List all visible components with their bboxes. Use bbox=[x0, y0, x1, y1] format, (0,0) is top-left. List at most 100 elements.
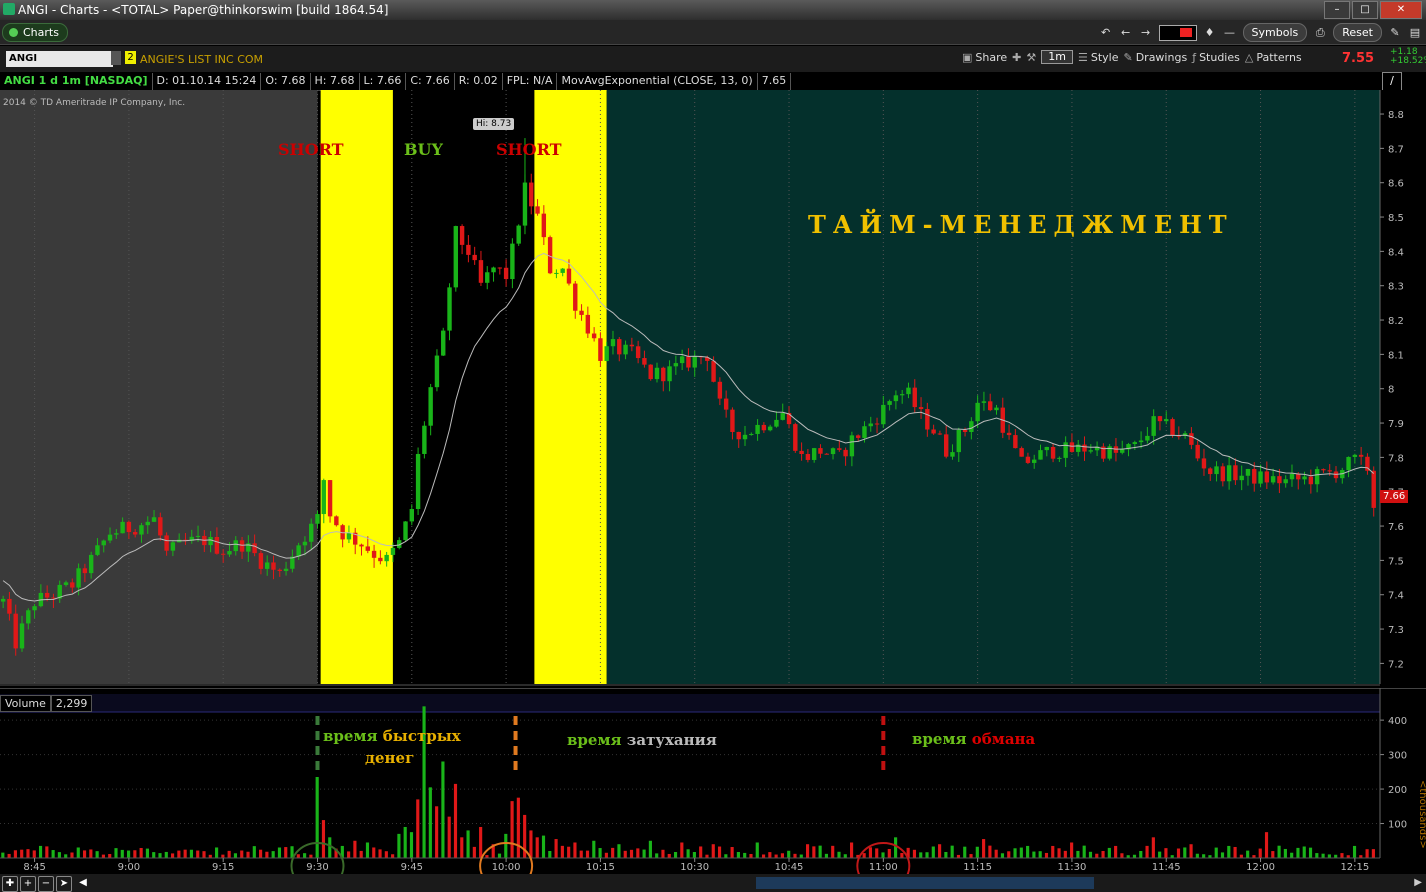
price-tick-label-16: 7.2 bbox=[1388, 659, 1404, 670]
volume-bar bbox=[824, 853, 828, 858]
volume-bar bbox=[724, 854, 728, 858]
symbol-input[interactable] bbox=[6, 51, 113, 67]
zoom-out-icon[interactable]: − bbox=[38, 876, 54, 892]
candle-body bbox=[271, 562, 276, 570]
deception-word-2: обмана bbox=[971, 730, 1036, 748]
scroll-left-icon[interactable]: ◀ bbox=[76, 876, 90, 890]
volume-bar bbox=[152, 852, 156, 858]
time-tick-label-13: 12:00 bbox=[1246, 862, 1275, 873]
candle-body bbox=[371, 550, 377, 558]
volume-bar bbox=[510, 801, 514, 858]
drawings-button[interactable]: ✎ Drawings bbox=[1123, 51, 1187, 64]
tab-charts[interactable]: Charts bbox=[2, 23, 68, 42]
candle-body bbox=[893, 395, 899, 402]
volume-bar bbox=[504, 833, 508, 858]
patterns-button[interactable]: △ Patterns bbox=[1245, 51, 1302, 64]
chart-symbol-info[interactable]: ANGI 1 d 1m [NASDAQ] bbox=[0, 73, 153, 90]
back-arrow-icon[interactable]: ← bbox=[1119, 26, 1133, 40]
volume-bar bbox=[196, 850, 200, 858]
volume-bar bbox=[1019, 847, 1023, 858]
volume-bar bbox=[1195, 853, 1199, 858]
price-chart[interactable]: 8.88.78.68.58.48.38.28.187.97.87.77.67.5… bbox=[0, 90, 1426, 688]
close-icon[interactable]: ✕ bbox=[1380, 1, 1422, 19]
volume-bar bbox=[793, 853, 797, 858]
zoom-in-icon[interactable]: + bbox=[20, 876, 36, 892]
candle-body bbox=[365, 546, 370, 551]
candle-body bbox=[855, 435, 861, 438]
maximize-icon[interactable]: □ bbox=[1352, 1, 1378, 19]
candle-body bbox=[403, 521, 408, 541]
minus-icon[interactable]: — bbox=[1223, 26, 1237, 40]
volume-bar bbox=[699, 846, 703, 858]
volume-bar bbox=[780, 853, 784, 858]
symbols-button[interactable]: Symbols bbox=[1242, 23, 1308, 42]
time-tick-label-9: 11:00 bbox=[869, 862, 898, 873]
price-tick-label-6: 8.2 bbox=[1388, 316, 1404, 327]
minimize-icon[interactable]: – bbox=[1324, 1, 1350, 19]
reset-button[interactable]: Reset bbox=[1333, 23, 1382, 42]
link-group-badge[interactable]: 2 bbox=[125, 51, 136, 64]
last-price: 7.55 bbox=[1342, 51, 1375, 66]
volume-bar bbox=[1076, 850, 1080, 858]
detach-icon[interactable]: ▤ bbox=[1408, 26, 1422, 40]
pin-icon[interactable]: ✎ bbox=[1388, 26, 1402, 40]
buy-annotation: BUY bbox=[404, 140, 443, 159]
volume-title-strip bbox=[0, 694, 1380, 712]
chart-drawing-tool-icon[interactable]: ∕ bbox=[1382, 72, 1402, 91]
volume-bar bbox=[359, 850, 363, 858]
link-color-selector[interactable] bbox=[1158, 24, 1197, 41]
undo-icon[interactable]: ↶ bbox=[1099, 26, 1113, 40]
volume-bar bbox=[460, 837, 464, 858]
pan-icon[interactable]: ✚ bbox=[2, 876, 18, 892]
candle-body bbox=[114, 533, 119, 535]
forward-arrow-icon[interactable]: → bbox=[1139, 26, 1153, 40]
last-price-badge: 7.66 bbox=[1380, 490, 1409, 503]
time-scrollbar-thumb[interactable] bbox=[756, 877, 1094, 889]
volume-chart[interactable]: 100 200 300 400 <thousands> 8:45 9:00 9:15 9:30 9… bbox=[0, 688, 1426, 874]
volume-bar bbox=[1120, 853, 1124, 858]
chart-info-bar: ANGI 1 d 1m [NASDAQ] D: 01.10.14 15:24 O… bbox=[0, 73, 1380, 91]
volume-bar bbox=[585, 850, 590, 858]
time-tick-label-3: 9:30 bbox=[306, 862, 328, 873]
volume-unit-label: <thousands> bbox=[1417, 780, 1426, 849]
studies-button[interactable]: ƒ Studies bbox=[1192, 51, 1240, 64]
volume-bar bbox=[240, 850, 244, 858]
volume-bar bbox=[1258, 848, 1262, 858]
volume-header: Volume 2,299 bbox=[0, 695, 93, 712]
candle-body bbox=[26, 610, 31, 624]
candle-body bbox=[485, 272, 490, 283]
price-tick-label-15: 7.3 bbox=[1388, 625, 1404, 636]
candle-body bbox=[151, 517, 157, 522]
candle-body bbox=[0, 598, 6, 602]
candle-body bbox=[132, 532, 138, 535]
candle-body bbox=[1296, 473, 1301, 480]
study-name[interactable]: MovAvgExponential (CLOSE, 13, 0) bbox=[557, 73, 758, 90]
candle-body bbox=[82, 568, 88, 574]
cursor-icon[interactable]: ➤ bbox=[56, 876, 72, 892]
chart-toolbar: ▣ Share ✚ ⚒ 1m ☰ Style ✎ Drawings ƒ Studies … bbox=[962, 50, 1302, 64]
share-button[interactable]: ▣ Share bbox=[962, 51, 1007, 64]
volume-bar bbox=[391, 854, 395, 858]
volume-bar bbox=[1038, 851, 1042, 858]
symbol-dropdown-icon[interactable] bbox=[111, 51, 121, 65]
candle-body bbox=[510, 243, 515, 280]
bell-icon[interactable]: ♦ bbox=[1203, 26, 1217, 40]
print-icon[interactable]: ⎙ bbox=[1313, 26, 1327, 40]
drawing-tool-button[interactable]: ✚ bbox=[1012, 51, 1021, 64]
volume-bar bbox=[183, 849, 187, 858]
volume-bar bbox=[755, 842, 759, 858]
settings-button[interactable]: ⚒ bbox=[1026, 51, 1036, 64]
tab-charts-label: Charts bbox=[23, 26, 59, 39]
style-button[interactable]: ☰ Style bbox=[1078, 51, 1119, 64]
candle-body bbox=[843, 449, 848, 457]
scroll-right-icon[interactable]: ▶ bbox=[1414, 877, 1422, 888]
price-tick-label-10: 7.8 bbox=[1388, 453, 1404, 464]
interval-button[interactable]: 1m bbox=[1041, 50, 1073, 64]
volume-bar bbox=[1227, 845, 1231, 858]
volume-bar bbox=[315, 777, 319, 858]
volume-bar bbox=[233, 853, 238, 858]
window-titlebar: ANGI - Charts - <TOTAL> Paper@thinkorswi… bbox=[0, 0, 1426, 20]
company-name: ANGIE'S LIST INC COM bbox=[140, 53, 264, 66]
volume-bar bbox=[202, 851, 206, 858]
volume-bar bbox=[472, 846, 476, 858]
